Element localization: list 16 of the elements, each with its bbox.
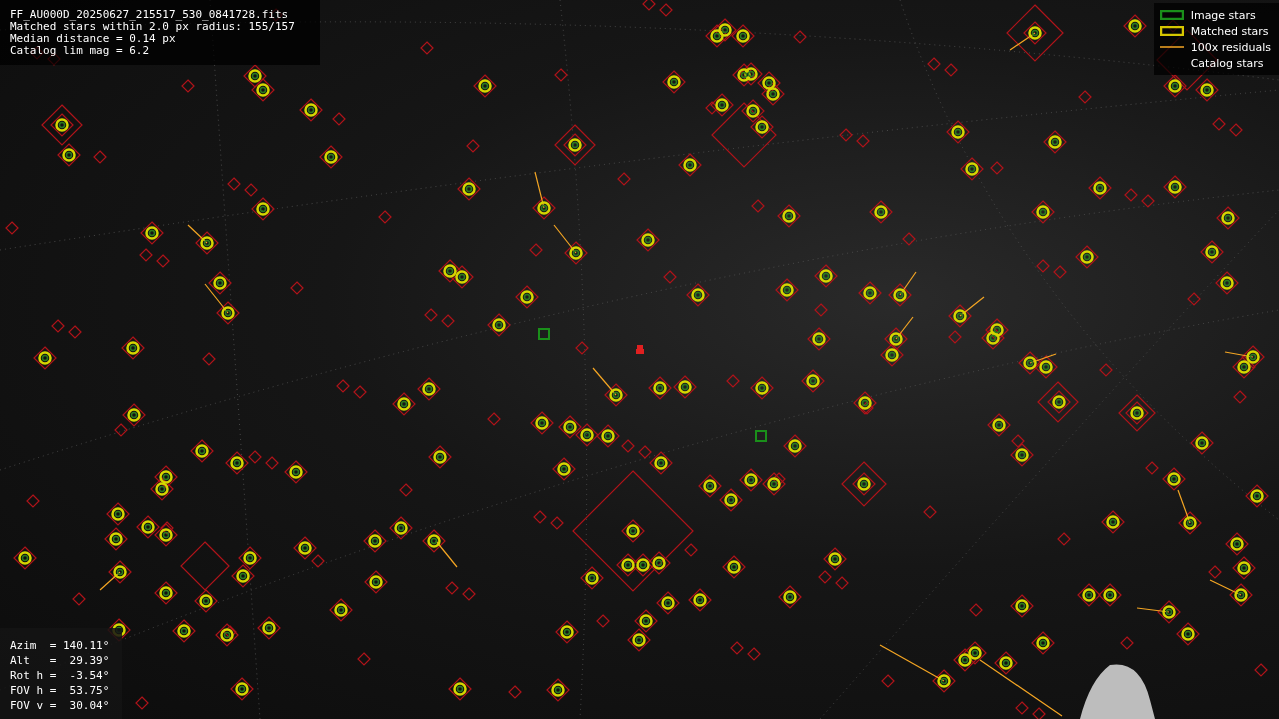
- pointing-text: FOV v = 30.04°: [10, 698, 111, 713]
- legend-label: Matched stars: [1190, 24, 1269, 38]
- info-text: Matched stars within 2.0 px radius: 155/157: [10, 21, 296, 33]
- info-text: Median distance = 0.14 px: [10, 33, 177, 45]
- pointing-text: Rot h = -3.54°: [10, 668, 111, 683]
- legend-label: Catalog stars: [1190, 56, 1264, 70]
- matched-star-swatch-icon: [1159, 26, 1184, 36]
- pointing-text: FOV h = 53.75°: [10, 683, 111, 698]
- line-swatch-icon: [1159, 45, 1184, 49]
- pointing-text: Alt = 29.39°: [10, 653, 111, 668]
- legend-label: 100x residuals: [1190, 40, 1271, 54]
- legend-label: Image stars: [1190, 8, 1256, 22]
- info-text: Catalog lim mag = 6.2: [10, 45, 151, 57]
- pointing-text: Azim = 140.11°: [10, 638, 111, 653]
- image-star-swatch-icon: [1159, 10, 1184, 20]
- info-text: FF_AU000D_20250627_215517_530_0841728.fits: [10, 9, 290, 21]
